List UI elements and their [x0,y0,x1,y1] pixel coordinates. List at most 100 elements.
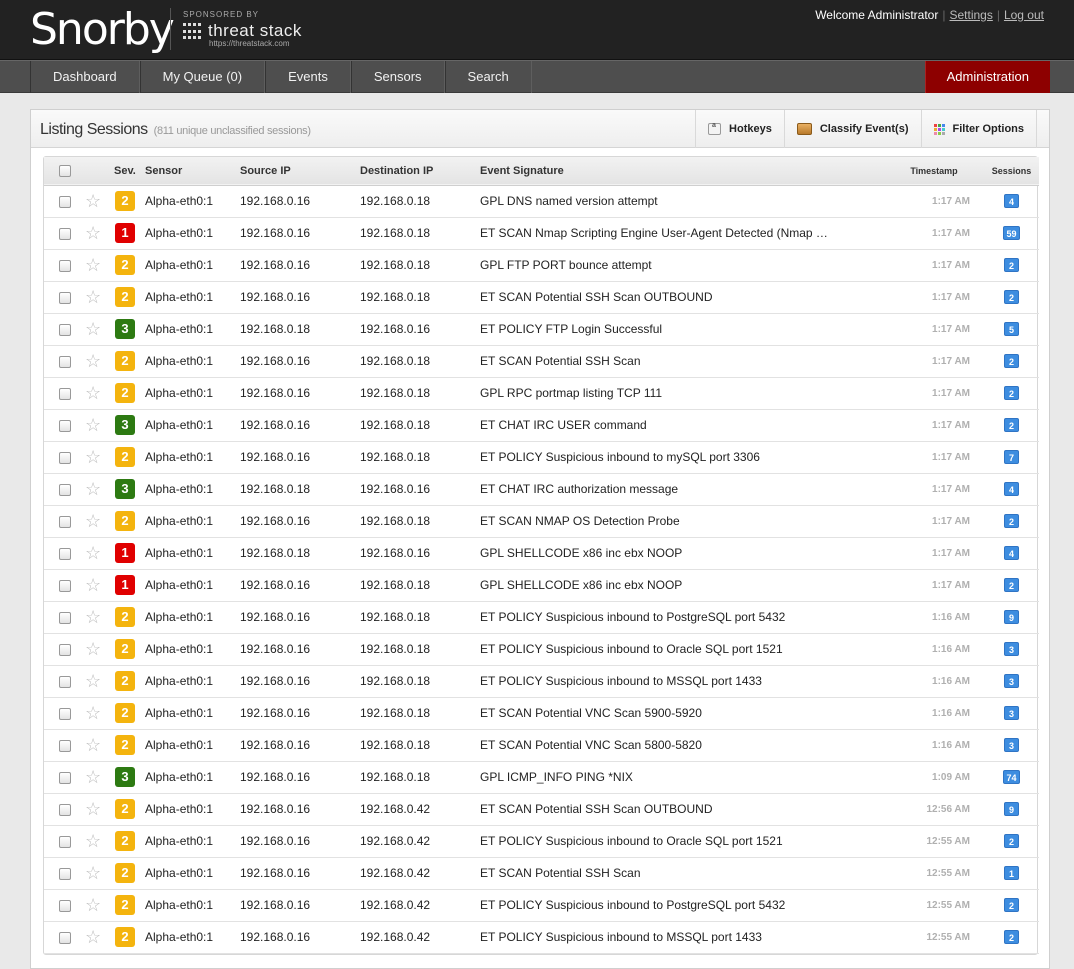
session-count-badge[interactable]: 5 [1004,322,1019,336]
hotkeys-button[interactable]: Hotkeys [695,110,784,148]
row-checkbox[interactable] [59,419,71,432]
snorby-logo[interactable]: Snorby [30,4,175,55]
header-sessions[interactable]: Sessions [984,157,1039,185]
star-icon[interactable]: ☆ [85,608,101,626]
classify-events-button[interactable]: Classify Event(s) [783,110,921,148]
row-checkbox[interactable] [59,355,71,368]
table-row[interactable]: ☆ 3 Alpha-eth0:1 192.168.0.18 192.168.0.16 ET… [44,473,1039,505]
star-icon[interactable]: ☆ [85,416,101,434]
star-icon[interactable]: ☆ [85,192,101,210]
settings-link[interactable]: Settings [949,8,992,22]
table-row[interactable]: ☆ 2 Alpha-eth0:1 192.168.0.16 192.168.0.18 GP… [44,185,1039,217]
table-row[interactable]: ☆ 2 Alpha-eth0:1 192.168.0.16 192.168.0.18 ET… [44,601,1039,633]
table-row[interactable]: ☆ 2 Alpha-eth0:1 192.168.0.16 192.168.0.42 ET… [44,921,1039,953]
table-row[interactable]: ☆ 2 Alpha-eth0:1 192.168.0.16 192.168.0.42 ET… [44,889,1039,921]
star-icon[interactable]: ☆ [85,768,101,786]
star-icon[interactable]: ☆ [85,576,101,594]
row-checkbox[interactable] [59,931,71,944]
session-count-badge[interactable]: 2 [1004,514,1019,528]
row-checkbox[interactable] [59,451,71,464]
nav-search[interactable]: Search [444,61,532,93]
row-checkbox[interactable] [59,195,71,208]
star-icon[interactable]: ☆ [85,512,101,530]
star-icon[interactable]: ☆ [85,672,101,690]
table-row[interactable]: ☆ 1 Alpha-eth0:1 192.168.0.16 192.168.0.18 GP… [44,569,1039,601]
session-count-badge[interactable]: 2 [1004,418,1019,432]
row-checkbox[interactable] [59,835,71,848]
row-checkbox[interactable] [59,387,71,400]
session-count-badge[interactable]: 1 [1004,866,1019,880]
row-checkbox[interactable] [59,867,71,880]
table-row[interactable]: ☆ 2 Alpha-eth0:1 192.168.0.16 192.168.0.18 ET… [44,633,1039,665]
header-destination-ip[interactable]: Destination IP [360,157,480,185]
row-checkbox[interactable] [59,579,71,592]
star-icon[interactable]: ☆ [85,256,101,274]
star-icon[interactable]: ☆ [85,736,101,754]
star-icon[interactable]: ☆ [85,320,101,338]
nav-events[interactable]: Events [265,61,351,93]
table-row[interactable]: ☆ 1 Alpha-eth0:1 192.168.0.16 192.168.0.18 ET… [44,217,1039,249]
nav-dashboard[interactable]: Dashboard [30,61,140,93]
star-icon[interactable]: ☆ [85,480,101,498]
table-row[interactable]: ☆ 2 Alpha-eth0:1 192.168.0.16 192.168.0.18 ET… [44,665,1039,697]
session-count-badge[interactable]: 2 [1004,354,1019,368]
star-icon[interactable]: ☆ [85,544,101,562]
header-timestamp[interactable]: Timestamp [884,157,984,185]
row-checkbox[interactable] [59,515,71,528]
table-row[interactable]: ☆ 2 Alpha-eth0:1 192.168.0.16 192.168.0.18 ET… [44,729,1039,761]
session-count-badge[interactable]: 3 [1004,706,1019,720]
row-checkbox[interactable] [59,899,71,912]
table-row[interactable]: ☆ 2 Alpha-eth0:1 192.168.0.16 192.168.0.18 ET… [44,345,1039,377]
star-icon[interactable]: ☆ [85,448,101,466]
star-icon[interactable]: ☆ [85,224,101,242]
table-row[interactable]: ☆ 2 Alpha-eth0:1 192.168.0.16 192.168.0.42 ET… [44,825,1039,857]
star-icon[interactable]: ☆ [85,896,101,914]
star-icon[interactable]: ☆ [85,704,101,722]
session-count-badge[interactable]: 4 [1004,194,1019,208]
row-checkbox[interactable] [59,771,71,784]
row-checkbox[interactable] [59,803,71,816]
star-icon[interactable]: ☆ [85,832,101,850]
star-icon[interactable]: ☆ [85,864,101,882]
star-icon[interactable]: ☆ [85,640,101,658]
session-count-badge[interactable]: 2 [1004,578,1019,592]
session-count-badge[interactable]: 3 [1004,642,1019,656]
session-count-badge[interactable]: 59 [1003,226,1020,240]
session-count-badge[interactable]: 3 [1004,738,1019,752]
table-row[interactable]: ☆ 3 Alpha-eth0:1 192.168.0.18 192.168.0.16 ET… [44,313,1039,345]
row-checkbox[interactable] [59,643,71,656]
session-count-badge[interactable]: 4 [1004,482,1019,496]
row-checkbox[interactable] [59,739,71,752]
header-sev[interactable]: Sev. [114,157,145,185]
table-row[interactable]: ☆ 1 Alpha-eth0:1 192.168.0.18 192.168.0.16 GP… [44,537,1039,569]
session-count-badge[interactable]: 2 [1004,258,1019,272]
table-row[interactable]: ☆ 3 Alpha-eth0:1 192.168.0.16 192.168.0.18 ET… [44,409,1039,441]
table-row[interactable]: ☆ 2 Alpha-eth0:1 192.168.0.16 192.168.0.18 ET… [44,697,1039,729]
header-sensor[interactable]: Sensor [145,157,240,185]
logout-link[interactable]: Log out [1004,8,1044,22]
header-event-signature[interactable]: Event Signature [480,157,884,185]
row-checkbox[interactable] [59,707,71,720]
session-count-badge[interactable]: 4 [1004,546,1019,560]
nav-sensors[interactable]: Sensors [350,61,445,93]
header-source-ip[interactable]: Source IP [240,157,360,185]
session-count-badge[interactable]: 9 [1004,610,1019,624]
session-count-badge[interactable]: 2 [1004,898,1019,912]
row-checkbox[interactable] [59,483,71,496]
session-count-badge[interactable]: 3 [1004,674,1019,688]
table-row[interactable]: ☆ 2 Alpha-eth0:1 192.168.0.16 192.168.0.18 GP… [44,249,1039,281]
nav-administration[interactable]: Administration [924,61,1050,93]
row-checkbox[interactable] [59,291,71,304]
row-checkbox[interactable] [59,611,71,624]
session-count-badge[interactable]: 9 [1004,802,1019,816]
session-count-badge[interactable]: 74 [1003,770,1020,784]
filter-options-button[interactable]: Filter Options [920,110,1037,148]
select-all-checkbox[interactable] [59,164,71,177]
session-count-badge[interactable]: 2 [1004,386,1019,400]
star-icon[interactable]: ☆ [85,800,101,818]
star-icon[interactable]: ☆ [85,384,101,402]
row-checkbox[interactable] [59,675,71,688]
table-row[interactable]: ☆ 2 Alpha-eth0:1 192.168.0.16 192.168.0.18 ET… [44,281,1039,313]
table-row[interactable]: ☆ 2 Alpha-eth0:1 192.168.0.16 192.168.0.18 ET… [44,441,1039,473]
table-row[interactable]: ☆ 2 Alpha-eth0:1 192.168.0.16 192.168.0.18 ET… [44,505,1039,537]
